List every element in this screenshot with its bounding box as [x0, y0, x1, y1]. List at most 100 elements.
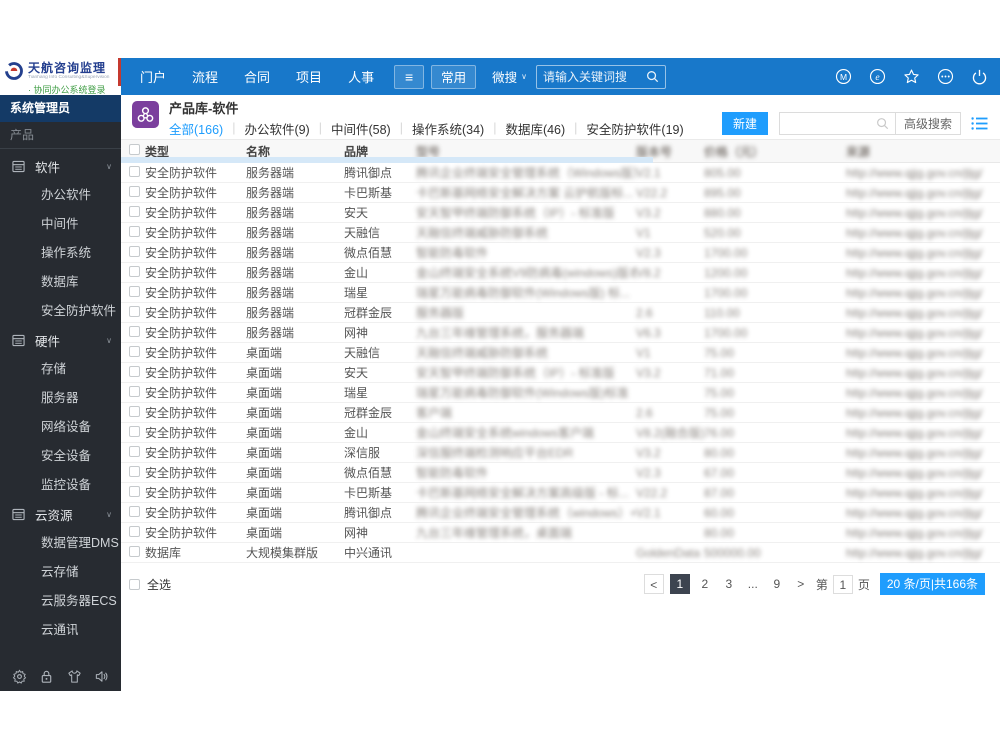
page-button-3[interactable]: 3 [720, 574, 738, 594]
row-checkbox[interactable] [129, 445, 140, 457]
next-page-button[interactable]: > [792, 574, 810, 594]
sidebar-group-0[interactable]: 软件 ∨ [0, 152, 121, 181]
chat-e-icon[interactable]: e [869, 68, 886, 85]
tab-3[interactable]: 操作系统(34) [412, 119, 484, 138]
row-checkbox[interactable] [129, 345, 140, 357]
row-checkbox[interactable] [129, 185, 140, 197]
table-row[interactable]: 安全防护软件 服务器端 腾讯御点 腾讯企业终端安全管理系统（Windows版） V2.1… [121, 163, 1000, 183]
nav-item-2[interactable]: 合同 [231, 67, 283, 86]
table-row[interactable]: 安全防护软件 桌面端 金山 金山终端安全系统windows客户端 V8.2(融合版) 76… [121, 423, 1000, 443]
row-checkbox[interactable] [129, 365, 140, 377]
table-search-input[interactable] [778, 112, 895, 135]
table-row[interactable]: 安全防护软件 桌面端 冠群金辰 客户端 2.6 75.00 http://www.qjjg.… [121, 403, 1000, 423]
table-row[interactable]: 安全防护软件 桌面端 天融信 天融信终端威胁防御系统 V1 75.00 http://www… [121, 343, 1000, 363]
nav-item-3[interactable]: 项目 [283, 67, 335, 86]
select-all-checkbox[interactable] [129, 578, 140, 590]
page-button-1[interactable]: 1 [669, 574, 690, 594]
row-checkbox[interactable] [129, 325, 140, 337]
page-button-2[interactable]: 2 [696, 574, 714, 594]
tab-0[interactable]: 全部(166) [169, 119, 223, 138]
row-checkbox[interactable] [129, 485, 140, 497]
tab-5[interactable]: 安全防护软件(19) [586, 119, 683, 138]
sidebar-item-1-0[interactable]: 存储 [0, 355, 121, 384]
sidebar-item-0-4[interactable]: 安全防护软件 [0, 297, 121, 326]
table-row[interactable]: 安全防护软件 服务器端 微点佰慧 智能防毒软件 V2.3 1700.00 http://ww… [121, 243, 1000, 263]
row-checkbox[interactable] [129, 245, 140, 257]
row-checkbox[interactable] [129, 465, 140, 477]
select-all[interactable]: 全选 [129, 576, 171, 593]
table-row[interactable]: 安全防护软件 桌面端 安天 安天智甲终端防御系统（IP）- 标准版 V3.2 71.00 h… [121, 363, 1000, 383]
cell-version: V2.1 [636, 505, 661, 520]
nav-item-0[interactable]: 门户 [127, 67, 179, 86]
sound-speaker-icon[interactable] [94, 669, 109, 684]
table-row[interactable]: 安全防护软件 服务器端 安天 安天智甲终端防御系统（IP）- 标准版 V3.2 880.0… [121, 203, 1000, 223]
sidebar-group-1[interactable]: 硬件 ∨ [0, 326, 121, 355]
cell-price: 75.00 [704, 405, 735, 420]
table-row[interactable]: 安全防护软件 桌面端 微点佰慧 智能防毒软件 V2.3 67.00 http://www.q… [121, 463, 1000, 483]
table-row[interactable]: 安全防护软件 桌面端 瑞星 瑞星万能病毒防御软件(Windows版)标准 75.00 ht… [121, 383, 1000, 403]
frequent-apps-button[interactable]: 常用 [431, 64, 477, 89]
new-button[interactable]: 新建 [721, 112, 768, 135]
table-row[interactable]: 安全防护软件 服务器端 金山 金山终端安全系统V9防病毒(windows)版本 V8.2… [121, 263, 1000, 283]
sidebar-item-2-2[interactable]: 云服务器ECS [0, 587, 121, 616]
page-jump-input[interactable]: 1 [832, 574, 853, 594]
table-row[interactable]: 安全防护软件 桌面端 深信服 深信服终端检测响应平台EDR V3.2 80.00 http:… [121, 443, 1000, 463]
sidebar-item-1-4[interactable]: 监控设备 [0, 471, 121, 500]
table-row[interactable]: 安全防护软件 桌面端 卡巴斯基 卡巴斯基网络安全解决方案高级版 - 标... V22.2… [121, 483, 1000, 503]
row-checkbox[interactable] [129, 405, 140, 417]
nav-menu-button[interactable]: ≡ [394, 64, 425, 89]
sidebar-item-0-1[interactable]: 中间件 [0, 210, 121, 239]
message-m-icon[interactable]: M [835, 68, 852, 85]
table-row[interactable]: 安全防护软件 桌面端 腾讯御点 腾讯企业终端安全管理系统（windows）+ V2.1… [121, 503, 1000, 523]
row-checkbox[interactable] [129, 165, 140, 177]
sidebar-item-0-2[interactable]: 操作系统 [0, 239, 121, 268]
row-checkbox[interactable] [129, 505, 140, 517]
table-row[interactable]: 安全防护软件 桌面端 网神 九台三年维管理系统，桌面端 80.00 http://www.… [121, 523, 1000, 543]
nav-item-1[interactable]: 流程 [179, 67, 231, 86]
header-checkbox[interactable] [129, 144, 140, 155]
lock-icon[interactable] [39, 669, 54, 684]
tab-2[interactable]: 中间件(58) [331, 119, 391, 138]
sidebar-group-2[interactable]: 云资源 ∨ [0, 500, 121, 529]
global-search-input[interactable]: 请输入关键词搜 [535, 64, 666, 89]
favorite-star-icon[interactable] [903, 68, 920, 85]
sidebar-item-2-1[interactable]: 云存储 [0, 558, 121, 587]
settings-gear-icon[interactable] [12, 669, 27, 684]
row-checkbox[interactable] [129, 205, 140, 217]
table-row[interactable]: 数据库 大规模集群版 中兴通讯 GoldenData s...500000.00 htt… [121, 543, 1000, 563]
table-row[interactable]: 安全防护软件 服务器端 瑞星 瑞星万能病毒防御软件(Windows版) 标... 170… [121, 283, 1000, 303]
sidebar-item-2-0[interactable]: 数据管理DMS [0, 529, 121, 558]
row-checkbox[interactable] [129, 265, 140, 277]
search-scope-dropdown[interactable]: 微搜 ∨ [492, 67, 527, 86]
sidebar-item-0-0[interactable]: 办公软件 [0, 181, 121, 210]
table-row[interactable]: 安全防护软件 服务器端 卡巴斯基 卡巴斯基网络安全解决方案 云护航版标... V22.2… [121, 183, 1000, 203]
tab-1[interactable]: 办公软件(9) [244, 119, 309, 138]
row-checkbox[interactable] [129, 285, 140, 297]
table-row[interactable]: 安全防护软件 服务器端 天融信 天融信终端威胁防御系统 V1 520.00 http://w… [121, 223, 1000, 243]
list-view-icon[interactable] [971, 116, 988, 131]
row-checkbox[interactable] [129, 385, 140, 397]
advanced-search-button[interactable]: 高级搜索 [894, 112, 961, 135]
nav-item-4[interactable]: 人事 [335, 67, 387, 86]
table-row[interactable]: 安全防护软件 服务器端 冠群金辰 服务器版 2.6 110.00 http://www.qj… [121, 303, 1000, 323]
horizontal-scrollbar[interactable] [121, 157, 653, 163]
row-checkbox[interactable] [129, 545, 140, 557]
theme-shirt-icon[interactable] [67, 669, 82, 684]
power-icon[interactable] [971, 68, 988, 85]
prev-page-button[interactable]: < [643, 574, 664, 594]
sidebar-item-1-2[interactable]: 网络设备 [0, 413, 121, 442]
sidebar-item-1-1[interactable]: 服务器 [0, 384, 121, 413]
table-row[interactable]: 安全防护软件 服务器端 网神 九台三年维管理系统，服务器端 V6.3 1700.00 htt… [121, 323, 1000, 343]
page-button-9[interactable]: 9 [768, 574, 786, 594]
sidebar-item-0-3[interactable]: 数据库 [0, 268, 121, 297]
sidebar-item-2-3[interactable]: 云通讯 [0, 616, 121, 645]
sidebar-item-1-3[interactable]: 安全设备 [0, 442, 121, 471]
more-options-icon[interactable] [937, 68, 954, 85]
row-checkbox[interactable] [129, 305, 140, 317]
app-logo[interactable]: 天航咨询监理 Tianhang Info Consulting&Supervis… [0, 58, 121, 95]
tab-4[interactable]: 数据库(46) [505, 119, 565, 138]
row-checkbox[interactable] [129, 425, 140, 437]
row-checkbox[interactable] [129, 525, 140, 537]
per-page-badge[interactable]: 20 条/页|共166条 [879, 573, 985, 595]
row-checkbox[interactable] [129, 225, 140, 237]
